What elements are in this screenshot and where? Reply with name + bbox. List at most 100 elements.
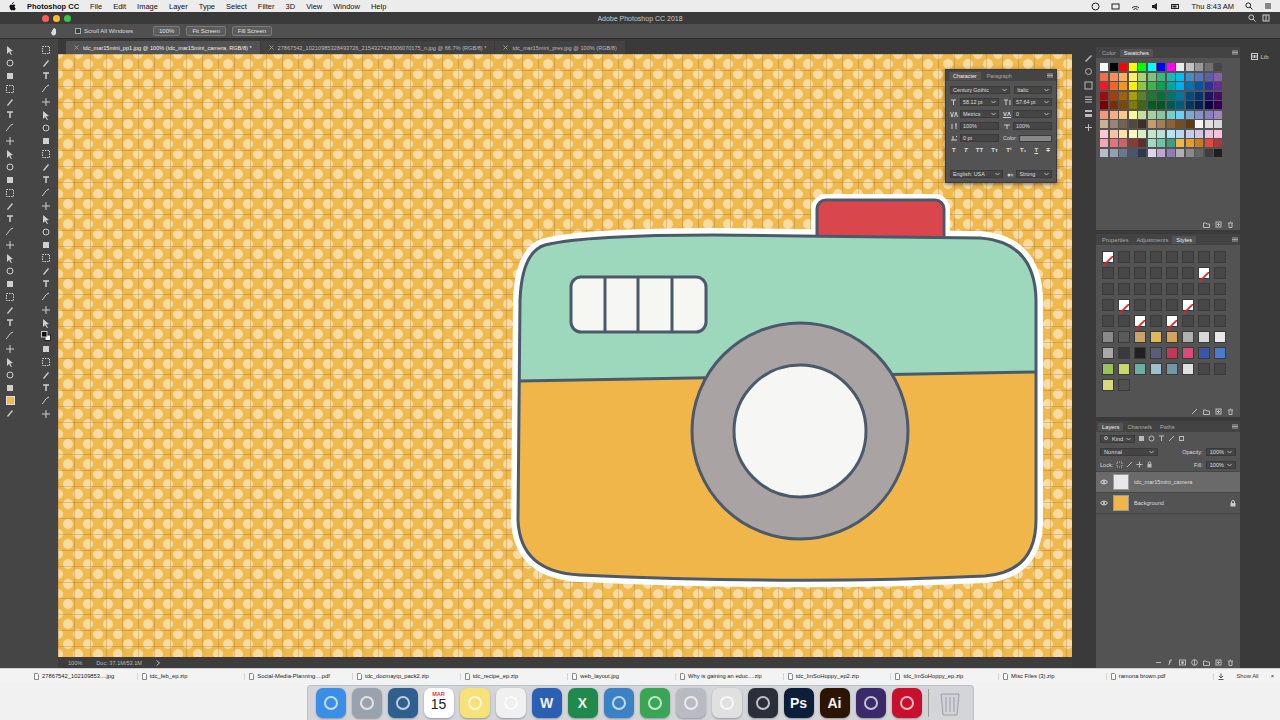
swatch[interactable] [1157,92,1165,100]
tool-icon[interactable] [5,84,15,94]
style-preset[interactable] [1102,347,1114,359]
panel-tab[interactable]: Paths [1156,423,1179,431]
swatch[interactable] [1195,82,1203,90]
style-preset[interactable] [1182,299,1194,311]
swatch[interactable] [1129,92,1137,100]
swatch[interactable] [1167,130,1175,138]
menu-item[interactable]: Filter [258,2,275,11]
tab-label[interactable]: tdc_mar15mini_pp1.jpg @ 100% (tdc_mar15m… [83,45,252,51]
lock-option-icon[interactable] [1136,461,1143,468]
download-name[interactable]: Social-Media-Planning....pdf [257,673,330,679]
hand-tool-icon[interactable] [50,27,59,36]
panel-tab[interactable]: Channels [1123,423,1156,431]
style-preset[interactable] [1198,363,1210,375]
swatch[interactable] [1186,120,1194,128]
swatch[interactable] [1129,63,1137,71]
tab-label[interactable]: 27867542_10210985328493726_2154327426906… [278,45,487,51]
menu-item[interactable]: 3D [286,2,296,11]
search-icon[interactable] [1248,14,1256,22]
style-preset[interactable] [1214,363,1226,375]
tool-icon[interactable] [41,409,51,419]
swatch[interactable] [1138,149,1146,157]
swatch[interactable] [1205,130,1213,138]
dock-app-icon[interactable] [460,688,490,718]
tool-icon[interactable] [41,201,51,211]
swatch[interactable] [1119,63,1127,71]
swatch[interactable] [1110,101,1118,109]
swatch[interactable] [1100,130,1108,138]
tracking-field[interactable]: 0 [1013,110,1052,118]
tool-icon[interactable] [5,149,15,159]
lock-option-icon[interactable] [1126,461,1133,468]
tracking-field-value[interactable]: 0 [1016,111,1019,117]
style-preset[interactable] [1150,283,1162,295]
style-preset[interactable] [1150,347,1162,359]
kerning-field-value[interactable]: Metrics [963,111,980,117]
panel-menu-icon[interactable] [1232,424,1238,429]
menu-item[interactable]: Select [226,2,247,11]
style-preset[interactable] [1214,331,1226,343]
close-button[interactable] [42,15,49,22]
type-style-button[interactable]: T¹ [1006,147,1012,153]
swatch[interactable] [1138,139,1146,147]
swatch[interactable] [1167,111,1175,119]
dropdown-arrow-icon[interactable] [1044,172,1049,176]
swatch[interactable] [1167,73,1175,81]
panel-tab[interactable]: Properties [1098,236,1132,244]
vertical-scale-field-value[interactable]: 100% [963,123,977,129]
swatch[interactable] [1129,111,1137,119]
eye-icon[interactable] [1100,500,1108,506]
swatch[interactable] [1186,63,1194,71]
swatch[interactable] [1167,139,1175,147]
swatch[interactable] [1138,130,1146,138]
tool-icon[interactable] [5,201,15,211]
swatch[interactable] [1157,63,1165,71]
style-preset[interactable] [1214,251,1226,263]
style-preset[interactable] [1134,299,1146,311]
style-preset[interactable] [1150,363,1162,375]
style-preset[interactable] [1166,267,1178,279]
style-preset[interactable] [1182,363,1194,375]
panel-icon[interactable] [1084,67,1093,76]
kerning-field[interactable]: Metrics [960,110,999,118]
style-preset[interactable] [1102,315,1114,327]
swatch[interactable] [1195,149,1203,157]
font-family-field[interactable]: Century Gothic [950,86,1010,94]
dock-app-icon[interactable] [748,688,778,718]
style-preset[interactable] [1214,347,1226,359]
dock-app-icon[interactable] [892,688,922,718]
swatch[interactable] [1186,92,1194,100]
tool-icon[interactable] [41,383,51,393]
style-preset[interactable] [1118,379,1130,391]
tool-icon[interactable] [5,110,15,120]
tool-icon[interactable] [41,123,51,133]
swatch[interactable] [1167,120,1175,128]
download-item[interactable]: Social-Media-Planning....pdf [249,673,353,680]
tool-icon[interactable] [41,370,51,380]
dock-app-icon[interactable] [712,688,742,718]
swatch[interactable] [1148,149,1156,157]
dock-app-icon[interactable]: Ai [820,688,850,718]
tool-icon[interactable] [5,318,15,328]
tool-icon[interactable] [5,45,15,55]
swatch[interactable] [1205,149,1213,157]
swatch[interactable] [1100,63,1108,71]
style-preset[interactable] [1166,251,1178,263]
swatch[interactable] [1205,82,1213,90]
swatch[interactable] [1157,101,1165,109]
swatch[interactable] [1157,82,1165,90]
swatch[interactable] [1186,73,1194,81]
swatch[interactable] [1186,111,1194,119]
swatch[interactable] [1100,101,1108,109]
layer-row[interactable]: Background [1096,493,1240,514]
new-icon[interactable] [1215,408,1222,415]
download-item[interactable]: tdc_feb_ep.zip [142,673,246,680]
lock-option-icon[interactable] [1116,461,1123,468]
tool-icon[interactable] [5,408,15,418]
tool-icon[interactable] [41,396,51,406]
download-name[interactable]: tdc_recipe_ep.zip [473,673,518,679]
status-icon[interactable] [1111,2,1120,11]
baseline-shift-field-value[interactable]: 0 pt [963,135,972,141]
dropdown-arrow-icon[interactable] [995,172,1000,176]
delete-icon[interactable] [1227,221,1234,228]
